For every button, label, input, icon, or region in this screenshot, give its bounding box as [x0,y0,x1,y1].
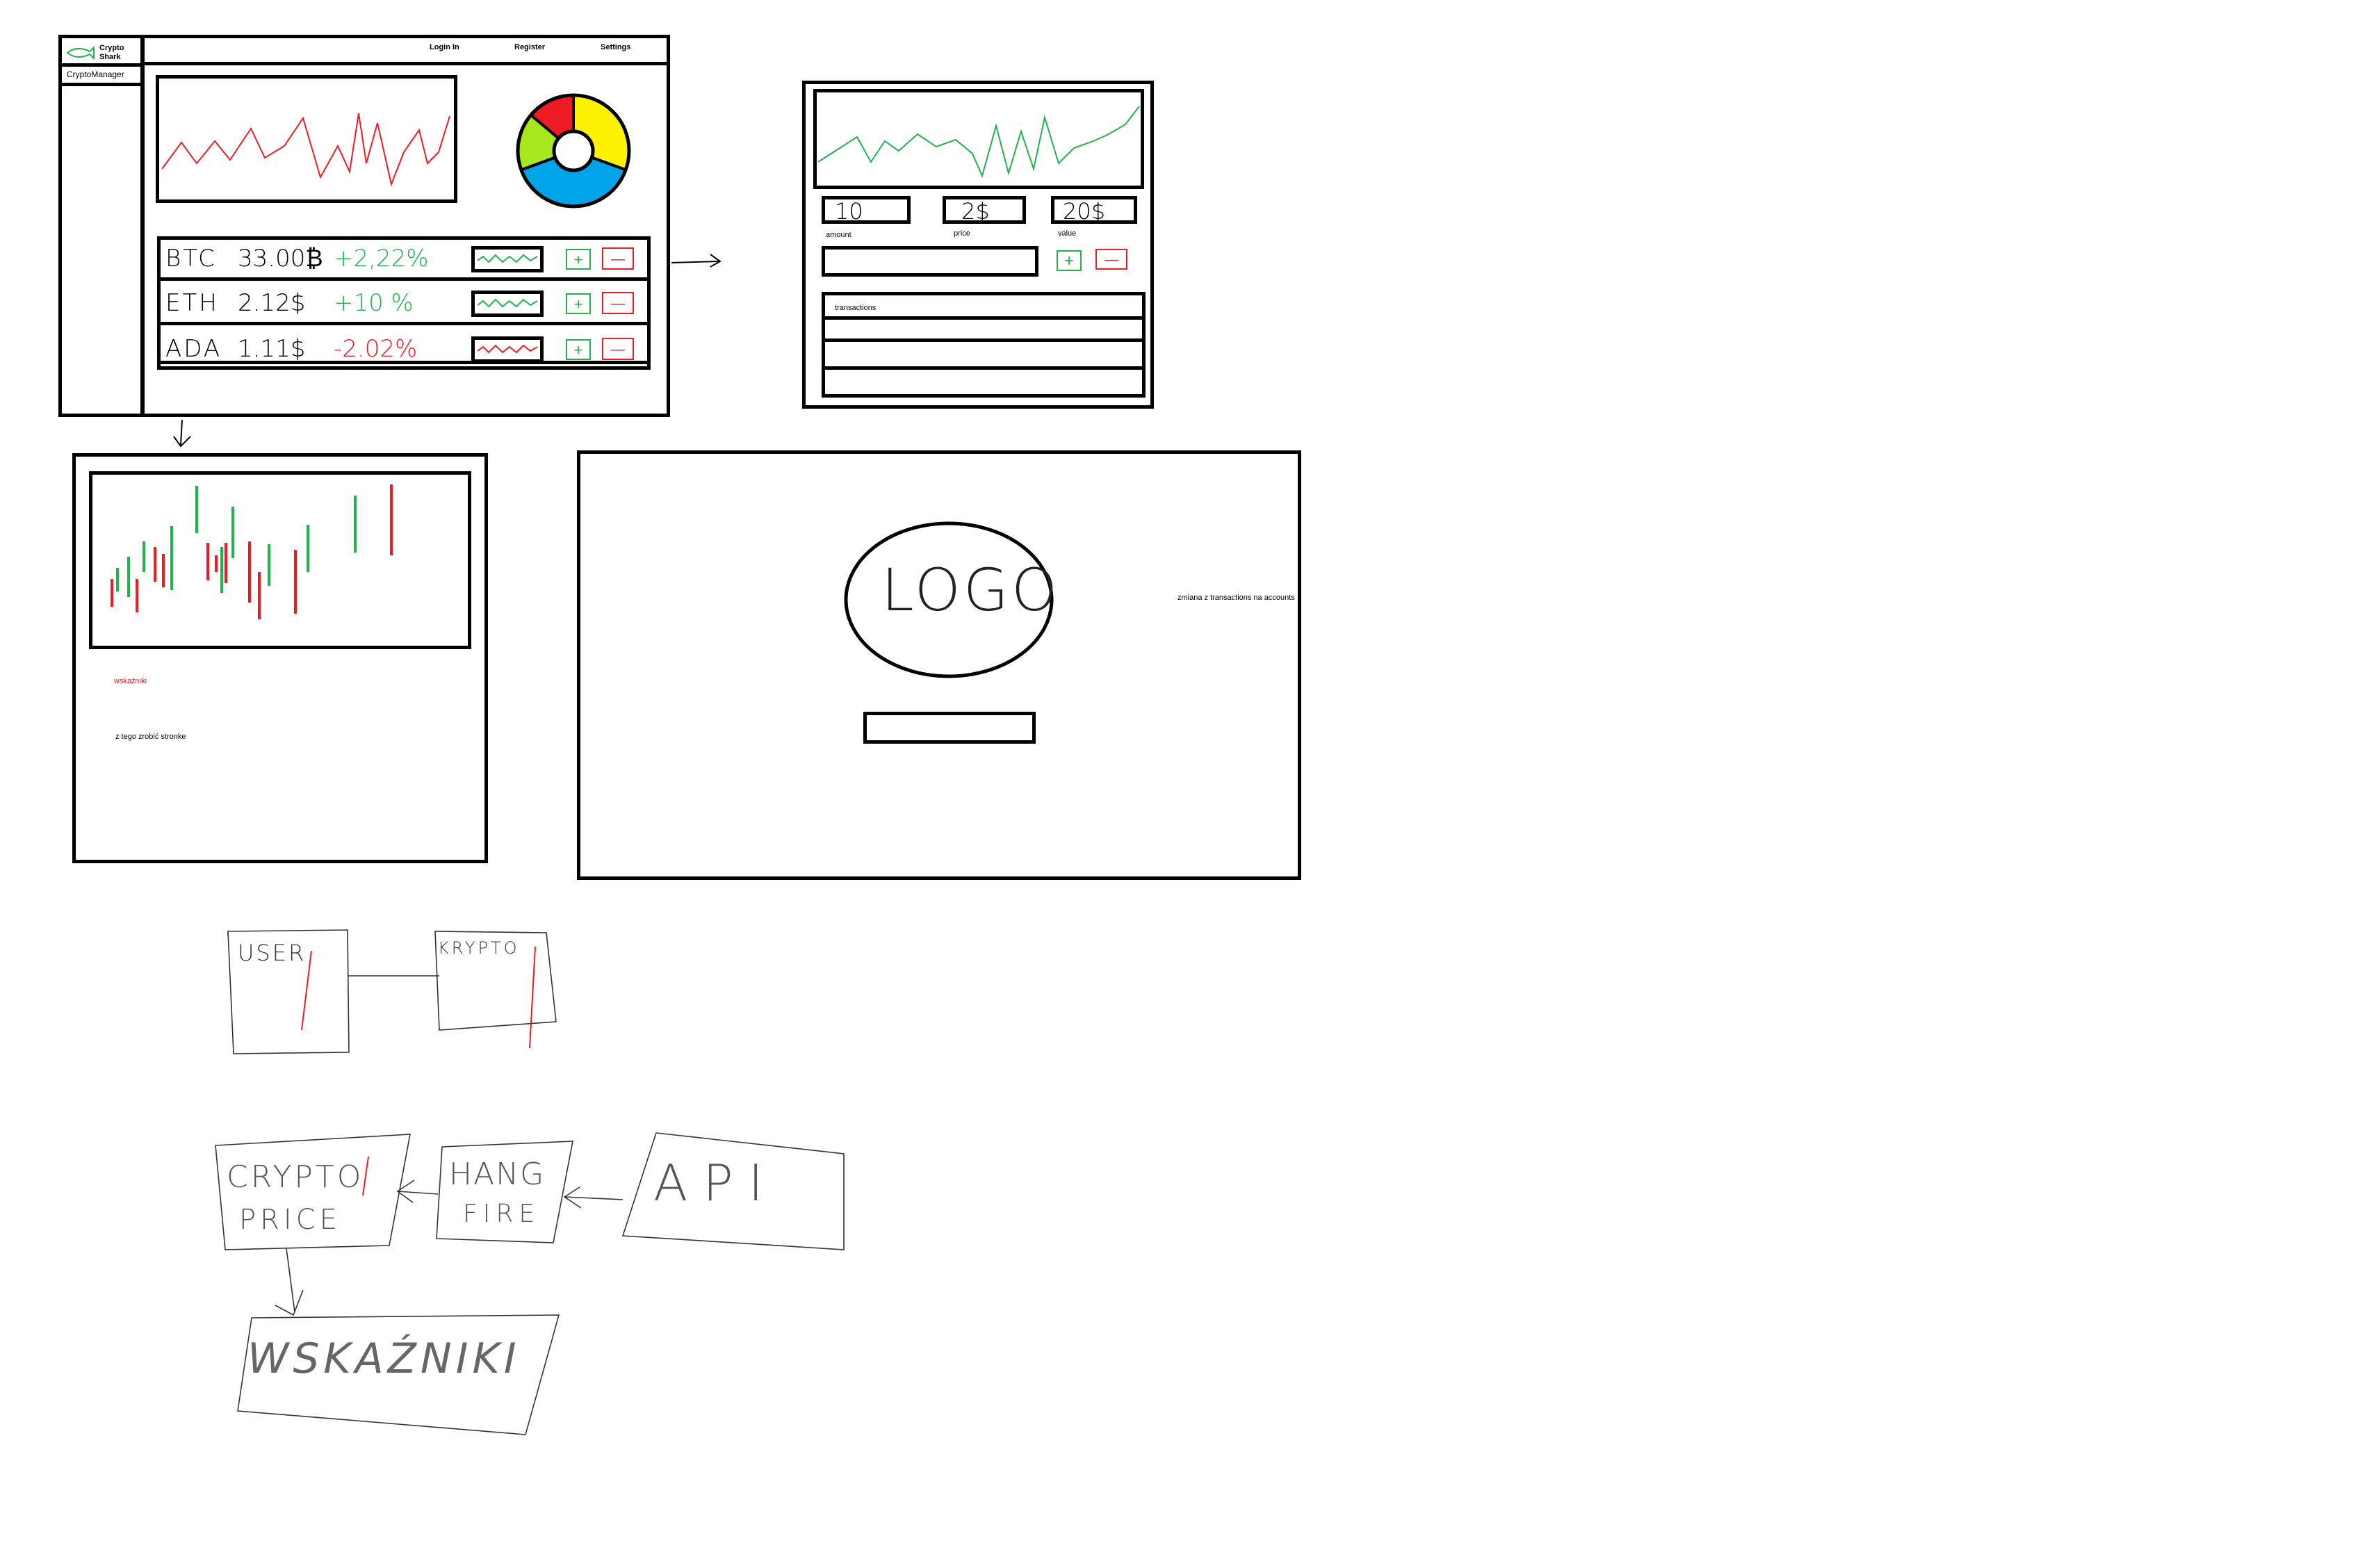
indicators-title: wskaźniki [114,677,147,685]
amount-label: amount [826,231,851,239]
top-nav [142,35,670,65]
sidebar-item-cryptomanager[interactable]: CryptoManager [58,64,145,86]
sidebar [58,35,145,417]
price-field[interactable]: 2$ [943,196,1026,224]
user-node-label: USER [238,940,307,966]
brand-name-line2: Shark [99,53,121,61]
remove-button[interactable]: — [602,292,634,314]
price-line-chart [156,75,457,203]
coin-change: -2.02% [334,335,418,363]
brand-cell[interactable]: Crypto Shark [58,35,145,67]
candlestick-chart [89,471,471,649]
price-value: 2$ [961,198,990,224]
hangfire-label-1: HANG [449,1157,546,1192]
coin-price: 1.11$ [238,335,306,363]
login-note: zmiana z transactions na accounts [1177,594,1295,602]
arrow-right-icon [671,254,722,268]
remove-button-label: — [611,342,625,357]
amount-value: 10 [835,198,863,224]
table-row [825,316,1142,320]
remove-button-label: — [611,252,625,267]
nav-settings[interactable]: Settings [601,43,630,51]
price-line-series [161,113,450,187]
add-button-label: + [573,295,583,313]
add-button-label: + [573,341,583,359]
hangfire-label-2: FIRE [463,1200,541,1228]
coin-symbol: BTC [165,245,217,272]
coin-change: +10 % [334,289,414,317]
transactions-label: transactions [835,304,877,312]
coin-symbol: ADA [165,335,222,363]
allocation-donut-chart [516,93,631,209]
trade-input[interactable] [822,246,1038,277]
remove-button[interactable]: — [602,338,634,360]
crypto-price-label-1: CRYPTO [227,1159,364,1195]
remove-button-label: — [611,296,625,311]
trade-line-chart [813,89,1144,189]
sparkline [471,336,544,363]
coin-price: 2.12$ [238,289,306,317]
value-value: 20$ [1063,198,1106,224]
remove-button[interactable]: — [1095,249,1127,270]
add-button[interactable]: + [1057,250,1082,271]
sparkline [471,246,544,272]
api-label: API [653,1154,779,1212]
value-field[interactable]: 20$ [1051,196,1137,224]
add-button[interactable]: + [566,293,591,314]
nav-login[interactable]: Login In [430,43,459,51]
crypto-node-label: KRYPTO [438,938,520,958]
transactions-table: transactions [822,292,1146,398]
api-to-hangfire-arrow [563,1186,623,1209]
coin-price: 33.00₿ [238,245,323,272]
price-label: price [954,229,970,238]
arrow-down-icon [173,419,191,448]
remove-button-label: — [1105,252,1118,268]
table-row [825,366,1142,370]
indicators-note: z tego zrobić stronke [115,733,186,741]
crypto-price-label-2: PRICE [239,1204,341,1236]
value-label: value [1058,229,1077,238]
nav-register[interactable]: Register [514,43,545,51]
fish-logo-icon [66,45,95,60]
login-input[interactable] [863,712,1036,744]
coin-row-ada[interactable]: ADA 1.11$ -2.02% + — [160,329,648,364]
hangfire-to-price-arrow [396,1179,439,1203]
add-button-label: + [1063,252,1074,270]
trade-line-series [817,106,1140,178]
coin-row-btc[interactable]: BTC 33.00₿ +2,22% + — [160,239,648,281]
remove-button[interactable]: — [602,247,634,270]
sparkline [471,291,544,317]
coin-row-eth[interactable]: ETH 2.12$ +10 % + — [160,284,648,325]
amount-field[interactable]: 10 [822,196,911,224]
table-row [825,338,1142,342]
logo-text: LOGO [881,556,1061,624]
add-button[interactable]: + [566,339,591,360]
coin-symbol: ETH [165,289,219,317]
wskazniki-label: WSKAŹNIKI [247,1334,521,1383]
brand-name-line1: Crypto [99,44,124,52]
price-to-wskazniki-arrow [275,1248,304,1316]
coin-change: +2,22% [334,245,429,272]
sidebar-item-label: CryptoManager [67,70,124,79]
add-button-label: + [573,251,583,268]
add-button[interactable]: + [566,249,591,270]
